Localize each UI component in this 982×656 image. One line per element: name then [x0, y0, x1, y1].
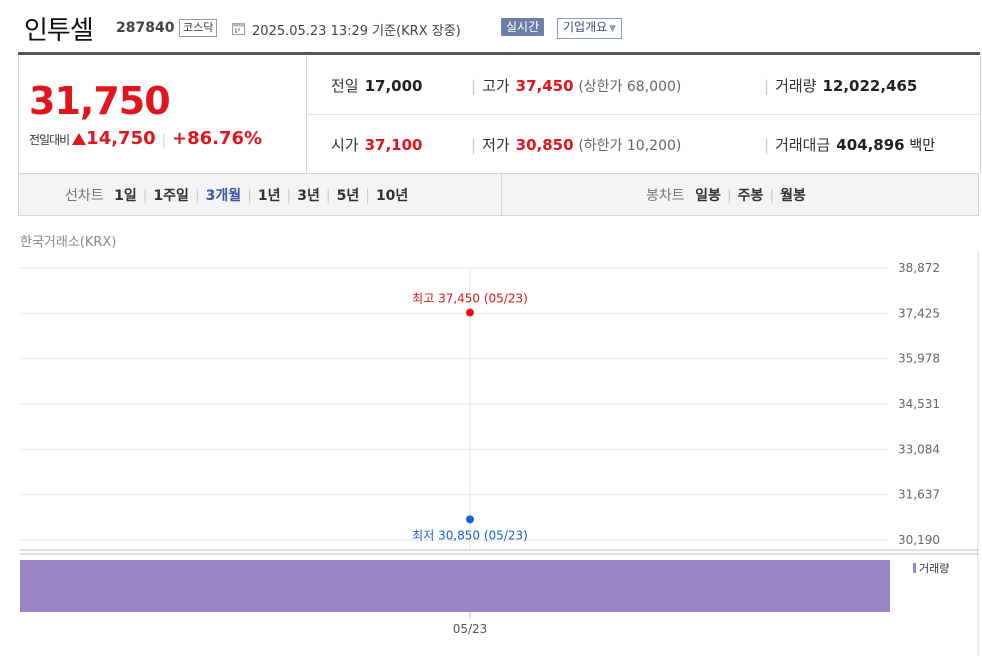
candle-tab-list: 봉차트 일봉 | 주봉 | 월봉	[646, 185, 806, 205]
tab-5y[interactable]: 5년	[337, 188, 360, 204]
divider: |	[769, 188, 775, 204]
tab-1w[interactable]: 1주일	[153, 188, 189, 204]
stat-volume: | 거래량 12,022,465	[764, 75, 917, 96]
stat-value: 17,000	[364, 77, 423, 95]
stat-high: | 고가 37,450 (상한가 68,000)	[471, 75, 681, 96]
tab-3y[interactable]: 3년	[297, 188, 320, 204]
stat-low: | 저가 30,850 (하한가 10,200)	[471, 134, 681, 155]
high-annotation: 최고 37,450 (05/23)	[412, 292, 528, 306]
y-tick-label: 34,531	[898, 397, 940, 411]
tab-3m[interactable]: 3개월	[206, 188, 242, 204]
stat-value: 37,450	[515, 77, 574, 95]
stat-open: 시가 37,100	[331, 134, 423, 155]
divider	[307, 114, 980, 115]
price-chart: 38,872 37,425 35,978 34,531 33,084 31,637 30,1…	[20, 252, 979, 656]
divider: |	[194, 188, 200, 204]
stat-label: 거래대금	[775, 136, 831, 154]
tab-10y[interactable]: 10년	[376, 188, 408, 204]
stock-name: 인투셀	[24, 16, 94, 46]
stat-label: 고가	[482, 77, 510, 95]
y-tick-label: 38,872	[898, 261, 940, 275]
up-triangle-icon	[72, 133, 87, 145]
change-value: 14,750	[86, 128, 156, 149]
divider: |	[471, 77, 477, 95]
stat-label: 저가	[482, 136, 510, 154]
x-tick-label: 05/23	[453, 622, 488, 636]
stock-code: 287840	[116, 20, 175, 36]
stat-unit: 백만	[909, 138, 936, 154]
chevron-down-icon: ▼	[609, 24, 617, 34]
tab-daily-candle[interactable]: 일봉	[695, 188, 721, 204]
current-price: 31,750	[29, 79, 171, 123]
low-annotation: 최저 30,850 (05/23)	[412, 528, 528, 542]
chart-tabs: 선차트 1일 | 1주일 | 3개월 | 1년 | 3년 | 5년 | 10년 봉차트 일봉 | 주봉 | 월봉	[18, 173, 979, 216]
stock-header: 인투셀 287840 코스닥 2025.05.23 13:29 기준(KRX 장…	[0, 0, 982, 52]
exchange-label: 한국거래소(KRX)	[20, 235, 117, 250]
divider: |	[726, 188, 732, 204]
lower-limit: (하한가 10,200)	[578, 138, 682, 154]
high-marker	[466, 308, 474, 317]
candle-chart-label: 봉차트	[646, 188, 685, 204]
divider: |	[764, 136, 770, 154]
y-tick-label: 31,637	[898, 488, 940, 502]
divider: |	[325, 188, 331, 204]
stat-value: 37,100	[364, 136, 423, 154]
divider: |	[247, 188, 252, 204]
line-chart-tabs: 선차트 1일 | 1주일 | 3개월 | 1년 | 3년 | 5년 | 10년	[19, 174, 502, 215]
stat-trade-value: | 거래대금 404,896 백만	[764, 134, 935, 155]
y-tick-label: 37,425	[898, 306, 940, 320]
tab-monthly-candle[interactable]: 월봉	[780, 188, 806, 204]
volume-legend: 거래량	[919, 562, 949, 575]
divider: |	[365, 188, 370, 204]
stat-value: 30,850	[515, 136, 574, 154]
tab-1d[interactable]: 1일	[114, 188, 137, 204]
stat-prev-close: 전일 17,000	[331, 75, 423, 96]
change-percent: +86.76%	[172, 128, 263, 149]
stat-value: 12,022,465	[822, 77, 918, 95]
current-price-box: 31,750 전일대비 14,750 | +86.76%	[19, 55, 307, 173]
candle-chart-tabs: 봉차트 일봉 | 주봉 | 월봉	[502, 174, 978, 215]
price-summary: 31,750 전일대비 14,750 | +86.76% 전일 17,000 | 고가 37…	[18, 55, 981, 173]
y-tick-label: 33,084	[898, 442, 940, 456]
low-marker	[466, 515, 474, 524]
divider: |	[286, 188, 292, 204]
calendar-icon	[232, 23, 245, 35]
legend-swatch	[913, 563, 916, 573]
stat-label: 시가	[331, 136, 359, 154]
divider: |	[161, 133, 167, 148]
market-badge: 코스닥	[179, 19, 218, 37]
quote-datetime: 2025.05.23 13:29 기준(KRX 장중)	[252, 24, 461, 39]
company-overview-label: 기업개요	[563, 20, 608, 34]
stat-value: 404,896	[836, 136, 905, 154]
tab-weekly-candle[interactable]: 주봉	[738, 188, 764, 204]
volume-bar	[20, 560, 890, 612]
divider: |	[471, 136, 477, 154]
divider: |	[142, 188, 148, 204]
upper-limit: (상한가 68,000)	[578, 79, 682, 95]
divider: |	[764, 77, 770, 95]
realtime-badge: 실시간	[501, 18, 545, 36]
y-tick-label: 30,190	[898, 533, 940, 547]
period-tab-list: 선차트 1일 | 1주일 | 3개월 | 1년 | 3년 | 5년 | 10년	[65, 185, 408, 205]
stat-label: 거래량	[775, 77, 817, 95]
line-chart-label: 선차트	[65, 188, 104, 204]
company-overview-button[interactable]: 기업개요 ▼	[557, 18, 623, 39]
stat-label: 전일	[331, 77, 359, 95]
change-label: 전일대비	[29, 133, 70, 147]
tab-1y[interactable]: 1년	[258, 188, 281, 204]
y-tick-label: 35,978	[898, 352, 940, 366]
price-change: 전일대비 14,750 | +86.76%	[29, 128, 262, 149]
